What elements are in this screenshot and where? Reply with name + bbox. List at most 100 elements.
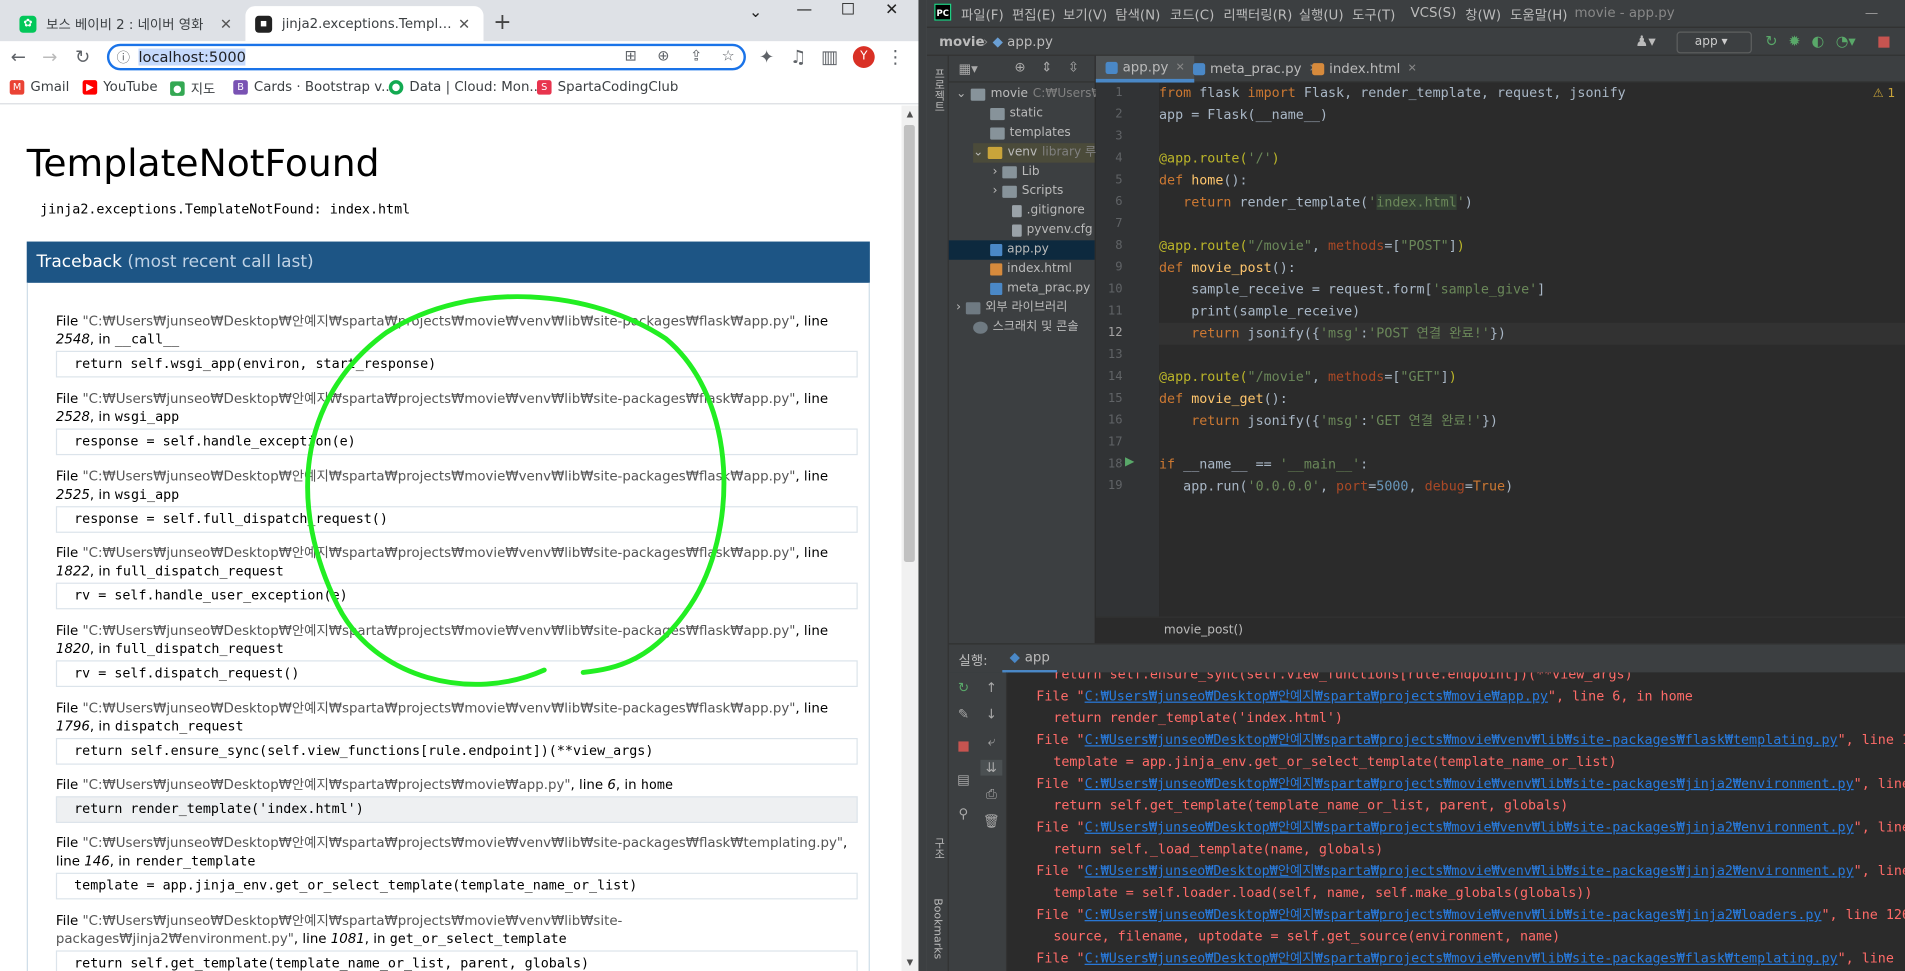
traceback-frame[interactable]: File "C:₩Users₩junseo₩Desktop₩안예지₩sparta… xyxy=(55,390,858,456)
close-window-icon[interactable]: ✕ xyxy=(870,0,914,24)
forward-icon[interactable]: → xyxy=(38,45,62,69)
reload-icon[interactable]: ↻ xyxy=(70,45,94,69)
close-tab-icon[interactable]: ✕ xyxy=(454,15,473,32)
traceback-frame[interactable]: File "C:₩Users₩junseo₩Desktop₩안예지₩sparta… xyxy=(55,834,858,900)
console-file-link[interactable]: C:₩Users₩junseo₩Desktop₩안예지₩sparta₩proje… xyxy=(1085,776,1854,792)
console-file-link[interactable]: C:₩Users₩junseo₩Desktop₩안예지₩sparta₩proje… xyxy=(1085,950,1838,966)
console-file-link[interactable]: C:₩Users₩junseo₩Desktop₩안예지₩sparta₩proje… xyxy=(1085,863,1854,879)
traceback-frame[interactable]: File "C:₩Users₩junseo₩Desktop₩안예지₩sparta… xyxy=(55,544,858,610)
bookmark-sparta[interactable]: S SpartaCodingClub xyxy=(536,79,678,95)
close-tab-icon[interactable]: ✕ xyxy=(216,15,235,32)
traceback-frame-app[interactable]: File "C:₩Users₩junseo₩Desktop₩안예지₩sparta… xyxy=(55,776,858,823)
bookmark-gmail[interactable]: M Gmail xyxy=(9,79,69,95)
back-icon[interactable]: ← xyxy=(6,45,30,69)
tree-item-meta-prac[interactable]: meta_prac.py xyxy=(990,279,1090,298)
traceback-frame[interactable]: File "C:₩Users₩junseo₩Desktop₩안예지₩sparta… xyxy=(55,699,858,765)
tree-item-static[interactable]: static xyxy=(990,104,1043,123)
layout-icon[interactable]: ▤ xyxy=(952,772,974,788)
tab-search-icon[interactable]: ⌄ xyxy=(734,2,778,26)
print-icon[interactable]: ⎙ xyxy=(980,787,1002,804)
menu-tools[interactable]: 도구(T) xyxy=(1352,5,1395,24)
warning-indicator[interactable]: ⚠ 1 xyxy=(1873,87,1896,100)
tree-item-templates[interactable]: templates xyxy=(990,124,1071,143)
menu-refactor[interactable]: 리팩터링(R) xyxy=(1223,5,1292,24)
menu-help[interactable]: 도움말(H) xyxy=(1510,5,1567,24)
project-tool-button[interactable]: 프로젝트 xyxy=(931,68,947,112)
breadcrumb-project[interactable]: movie xyxy=(939,34,984,50)
code-editor[interactable]: app.py✕ meta_prac.py ✕ index.html ✕ 123456… xyxy=(1095,55,1905,644)
coverage-icon[interactable]: ◐ xyxy=(1811,33,1824,50)
tree-item-venv[interactable]: ⌄ venv library 루 xyxy=(973,143,1096,163)
view-options-icon[interactable]: ▦▾ xyxy=(959,61,978,77)
new-tab-icon[interactable]: + xyxy=(493,10,511,35)
scroll-thumb[interactable] xyxy=(903,125,915,562)
menu-view[interactable]: 보기(V) xyxy=(1063,5,1107,24)
site-info-icon[interactable]: ⓘ xyxy=(117,47,130,66)
stop-icon[interactable]: ■ xyxy=(1877,33,1891,50)
trash-icon[interactable]: 🗑 xyxy=(980,813,1002,829)
menu-icon[interactable]: ⋮ xyxy=(883,45,907,69)
share-icon[interactable]: ⇪ xyxy=(690,47,702,64)
menu-file[interactable]: 파일(F) xyxy=(961,5,1004,24)
maximize-icon[interactable]: ☐ xyxy=(826,0,870,24)
bookmark-mongodb[interactable]: ● Data | Cloud: Mon... xyxy=(388,79,542,95)
code-area[interactable]: from flask import Flask, render_template… xyxy=(1159,83,1905,617)
profile-icon[interactable]: ◔▾ xyxy=(1836,33,1856,50)
tab-naver-movie[interactable]: ✿ 보스 베이비 2 : 네이버 영화 ✕ xyxy=(10,6,246,41)
run-config-selector[interactable]: app ▾ xyxy=(1676,31,1752,54)
tab-flask-error[interactable]: ▪ jinja2.exceptions.TemplateNotFound ✕ xyxy=(245,6,484,42)
tree-item-gitignore[interactable]: .gitignore xyxy=(1012,201,1085,220)
soft-wrap-icon[interactable]: ⤶ xyxy=(980,733,1002,750)
media-icon[interactable]: ♫ xyxy=(786,45,810,69)
zoom-icon[interactable]: ⊕ xyxy=(657,47,669,64)
structure-tool-button[interactable]: 구조 xyxy=(931,838,947,860)
scroll-down-icon[interactable]: ▼ xyxy=(901,958,918,968)
close-tab-icon[interactable]: ✕ xyxy=(1408,56,1417,83)
url-text[interactable]: localhost:5000 xyxy=(138,48,246,66)
tree-item-pyvenv[interactable]: pyvenv.cfg xyxy=(1012,221,1093,240)
tree-item-movie[interactable]: ⌄ movie C:₩Users₩ju xyxy=(956,85,1114,104)
stop-icon[interactable]: ■ xyxy=(952,738,974,754)
settings-wrench-icon[interactable]: ✎ xyxy=(952,706,974,722)
collapse-all-icon[interactable]: ⇳ xyxy=(1068,59,1079,75)
traceback-frame[interactable]: File "C:₩Users₩junseo₩Desktop₩안예지₩sparta… xyxy=(55,467,858,533)
menu-edit[interactable]: 편집(E) xyxy=(1012,5,1055,24)
tree-item-external-libraries[interactable]: › 외부 라이브러리 xyxy=(956,299,1067,318)
console-file-link[interactable]: C:₩Users₩junseo₩Desktop₩안예지₩sparta₩proje… xyxy=(1085,732,1838,748)
traceback-frame[interactable]: File "C:₩Users₩junseo₩Desktop₩안예지₩sparta… xyxy=(55,912,858,971)
editor-tab-app-py[interactable]: app.py ✕ xyxy=(1095,55,1195,83)
bookmark-maps[interactable]: ● 지도 xyxy=(170,79,215,98)
run-gutter-icon[interactable]: ▶ xyxy=(1125,455,1134,468)
traceback-frame[interactable]: File "C:₩Users₩junseo₩Desktop₩안예지₩sparta… xyxy=(55,312,858,378)
scroll-up-icon[interactable]: ▲ xyxy=(901,109,918,119)
rerun-icon[interactable]: ↻ xyxy=(952,680,974,696)
scroll-up-icon[interactable]: ↑ xyxy=(980,680,1002,696)
bookmark-youtube[interactable]: ▶ YouTube xyxy=(82,79,158,95)
console-file-link[interactable]: C:₩Users₩junseo₩Desktop₩안예지₩sparta₩proje… xyxy=(1085,688,1548,704)
scroll-to-end-icon[interactable]: ⇊ xyxy=(980,759,1003,776)
pin-icon[interactable]: ⚲ xyxy=(952,806,974,822)
minimize-icon[interactable]: — xyxy=(782,0,826,24)
bookmarks-tool-button[interactable]: Bookmarks xyxy=(931,898,943,959)
run-tab-app[interactable]: ◆ app xyxy=(1002,645,1058,674)
address-bar[interactable]: ⓘ localhost:5000 ⊞ ⊕ ⇪ ☆ xyxy=(106,43,746,71)
menu-run[interactable]: 실행(U) xyxy=(1299,5,1344,24)
tree-item-index-html[interactable]: index.html xyxy=(990,260,1072,279)
rerun-icon[interactable]: ↻ xyxy=(1765,33,1777,50)
console-file-link[interactable]: C:₩Users₩junseo₩Desktop₩안예지₩sparta₩proje… xyxy=(1085,907,1822,923)
tree-item-scratches[interactable]: 스크래치 및 콘솔 xyxy=(973,318,1079,337)
expand-all-icon[interactable]: ⇕ xyxy=(1041,59,1052,75)
menu-code[interactable]: 코드(C) xyxy=(1170,5,1214,24)
menu-navigate[interactable]: 탐색(N) xyxy=(1115,5,1160,24)
menu-vcs[interactable]: VCS(S) xyxy=(1410,5,1456,21)
tree-item-lib[interactable]: › Lib xyxy=(993,163,1040,182)
translate-icon[interactable]: ⊞ xyxy=(624,47,636,64)
page-scrollbar[interactable]: ▲ ▼ xyxy=(901,105,919,971)
scroll-down-icon[interactable]: ↓ xyxy=(980,706,1002,722)
traceback-frame[interactable]: File "C:₩Users₩junseo₩Desktop₩안예지₩sparta… xyxy=(55,621,858,688)
bookmark-bootstrap[interactable]: B Cards · Bootstrap v... xyxy=(233,79,394,95)
tree-item-app-py[interactable]: app.py xyxy=(948,240,1095,260)
run-console[interactable]: return self.ensure_sync(self.view_functi… xyxy=(1007,672,1905,971)
debug-icon[interactable]: ✹ xyxy=(1788,33,1800,50)
minimize-icon[interactable]: — xyxy=(1865,5,1878,21)
